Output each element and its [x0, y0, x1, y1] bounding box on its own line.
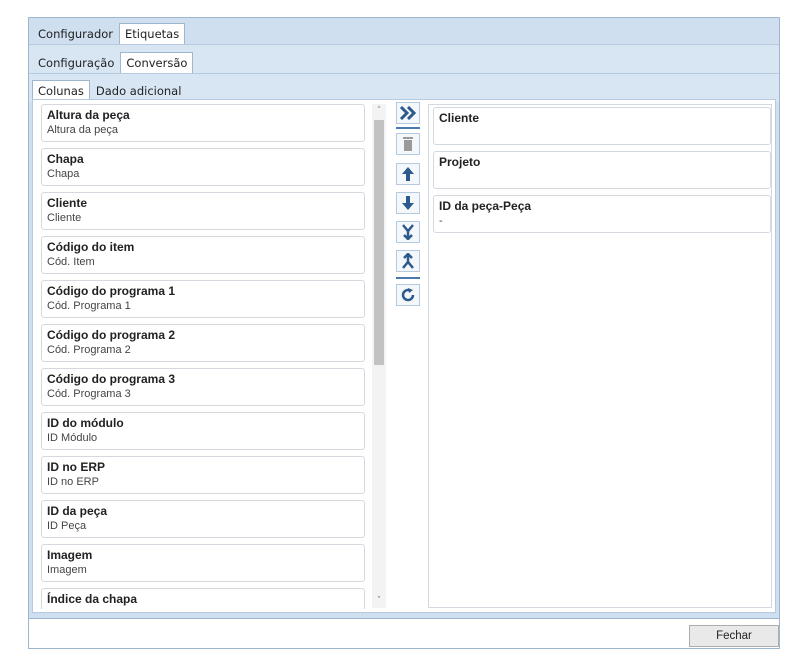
- move-down-button[interactable]: [396, 192, 420, 214]
- arrow-down-icon: [402, 196, 414, 210]
- list-scrollbar[interactable]: ˄ ˅: [372, 104, 386, 608]
- tab-colunas[interactable]: Colunas: [32, 80, 90, 101]
- close-button[interactable]: Fechar: [689, 625, 779, 647]
- tab-etiquetas[interactable]: Etiquetas: [119, 23, 186, 44]
- list-item[interactable]: ID da peça ID Peça: [41, 500, 365, 538]
- item-title: Código do programa 3: [47, 372, 176, 386]
- item-title: ID da peça: [47, 504, 108, 518]
- delete-button[interactable]: [396, 133, 420, 155]
- item-subtitle: ID no ERP: [47, 476, 99, 488]
- available-columns-list[interactable]: Altura da peça Altura da peça Chapa Chapa …: [41, 104, 371, 609]
- tabbar-secondary: Configuração Conversão: [32, 50, 194, 73]
- arrow-up-icon: [402, 167, 414, 181]
- tabbar-main: Configurador Etiquetas: [32, 21, 186, 44]
- item-subtitle: ID Peça: [47, 520, 87, 532]
- list-item[interactable]: Projeto: [433, 151, 771, 189]
- item-subtitle: -: [439, 215, 443, 227]
- item-subtitle: Imagem: [47, 564, 87, 576]
- add-column-button[interactable]: [396, 102, 420, 124]
- item-title: Código do item: [47, 240, 135, 254]
- scroll-up-icon[interactable]: ˄: [372, 104, 386, 118]
- split-button[interactable]: [396, 250, 420, 272]
- list-item[interactable]: ID da peça-Peça -: [433, 195, 771, 233]
- item-title: ID do módulo: [47, 416, 124, 430]
- main-window: Configurador Etiquetas Configuração Conv…: [28, 17, 780, 619]
- refresh-button[interactable]: [396, 284, 420, 306]
- item-title: Chapa: [47, 152, 84, 166]
- item-title: ID da peça-Peça: [439, 199, 532, 213]
- item-subtitle: Cód. Programa 1: [47, 300, 131, 312]
- list-item[interactable]: Código do programa 2 Cód. Programa 2: [41, 324, 365, 362]
- item-subtitle: Cód. Item: [47, 256, 95, 268]
- columns-panel: Altura da peça Altura da peça Chapa Chapa …: [32, 99, 776, 613]
- tab-configurador[interactable]: Configurador: [32, 23, 119, 43]
- move-up-button[interactable]: [396, 163, 420, 185]
- item-subtitle: Altura da peça: [47, 124, 118, 136]
- item-title: Projeto: [439, 155, 481, 169]
- list-item[interactable]: Chapa Chapa: [41, 148, 365, 186]
- selected-columns-list[interactable]: Cliente Projeto ID da peça-Peça -: [428, 104, 772, 608]
- item-subtitle: Cód. Programa 2: [47, 344, 131, 356]
- tab-configuracao[interactable]: Configuração: [32, 52, 120, 72]
- item-subtitle: Chapa: [47, 168, 80, 180]
- item-title: Imagem: [47, 548, 93, 562]
- trash-icon: [403, 137, 413, 151]
- list-item[interactable]: ID no ERP ID no ERP: [41, 456, 365, 494]
- list-item[interactable]: Código do item Cód. Item: [41, 236, 365, 274]
- toolbar-separator: [396, 277, 420, 279]
- item-subtitle: Cliente: [47, 212, 82, 224]
- item-title: Código do programa 2: [47, 328, 176, 342]
- toolbar-separator: [396, 127, 420, 129]
- list-item[interactable]: Altura da peça Altura da peça: [41, 104, 365, 142]
- item-subtitle: ID Módulo: [47, 432, 98, 444]
- list-item[interactable]: Imagem Imagem: [41, 544, 365, 582]
- merge-icon: [402, 224, 414, 240]
- scroll-down-icon[interactable]: ˅: [372, 594, 386, 608]
- tab-conversao[interactable]: Conversão: [120, 52, 194, 73]
- item-title: Código do programa 1: [47, 284, 176, 298]
- list-item[interactable]: Código do programa 1 Cód. Programa 1: [41, 280, 365, 318]
- split-icon: [402, 253, 414, 269]
- double-chevron-right-icon: [399, 106, 417, 120]
- list-item[interactable]: ID do módulo ID Módulo: [41, 412, 365, 450]
- merge-button[interactable]: [396, 221, 420, 243]
- list-item[interactable]: Cliente: [433, 107, 771, 145]
- item-title: Altura da peça: [47, 108, 130, 122]
- dialog-footer: Fechar: [28, 619, 780, 649]
- tabbar-tertiary: Colunas Dado adicional: [32, 78, 188, 101]
- tab-dado-adicional[interactable]: Dado adicional: [90, 80, 188, 100]
- list-item[interactable]: Cliente Cliente: [41, 192, 365, 230]
- item-title: Cliente: [47, 196, 88, 210]
- item-title: ID no ERP: [47, 460, 106, 474]
- list-item[interactable]: Código do programa 3 Cód. Programa 3: [41, 368, 365, 406]
- refresh-icon: [401, 288, 415, 302]
- list-item[interactable]: Índice da chapa: [41, 588, 365, 609]
- item-subtitle: Cód. Programa 3: [47, 388, 131, 400]
- item-title: Índice da chapa: [47, 592, 138, 606]
- item-title: Cliente: [439, 111, 480, 125]
- scroll-thumb[interactable]: [374, 120, 384, 365]
